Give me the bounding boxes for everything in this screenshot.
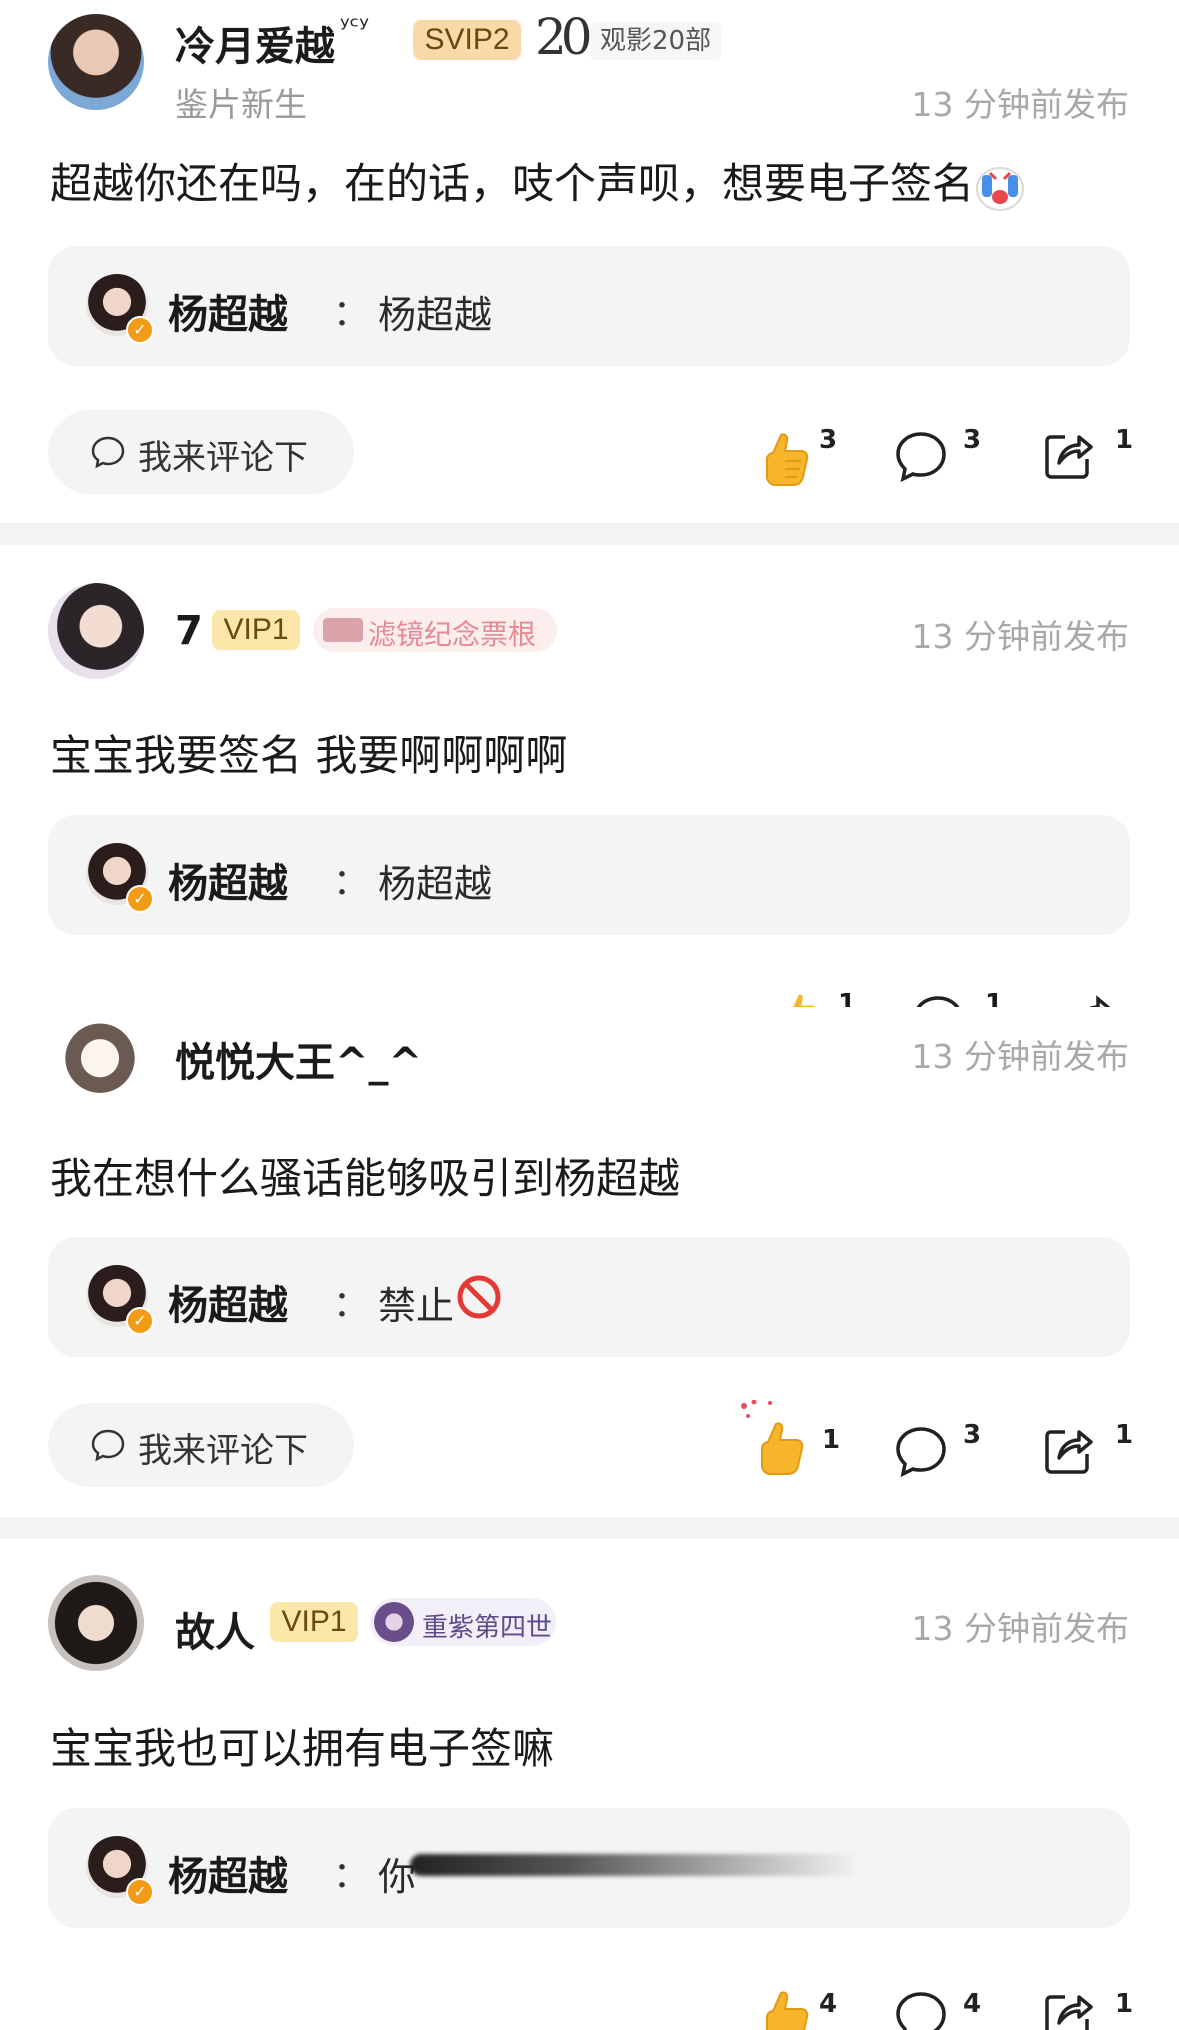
verified-icon: ✓ bbox=[126, 1878, 154, 1906]
share-icon bbox=[1089, 995, 1111, 1007]
comment-icon bbox=[896, 1427, 946, 1478]
thumbs-up-icon bbox=[793, 994, 816, 1007]
author-reply[interactable]: ✓ 杨超越 ： 你 bbox=[48, 1808, 1130, 1928]
svip-badge: SVIP2 bbox=[413, 20, 521, 60]
section-divider bbox=[0, 523, 1179, 545]
share-action[interactable]: 1 bbox=[1043, 1985, 1133, 2030]
share-action[interactable]: 1 bbox=[1043, 1420, 1133, 1490]
clipped-action-row: 1 1 bbox=[0, 985, 1179, 1007]
post-content: 超越你还在吗，在的话，吱个声呗，想要电子签名 bbox=[50, 150, 1026, 213]
like-count: 1 bbox=[822, 1425, 841, 1455]
thumbs-up-liked-icon bbox=[741, 1400, 804, 1475]
ticket-icon bbox=[323, 618, 363, 642]
username[interactable]: 冷月爱越 bbox=[175, 14, 335, 72]
thumbs-up-icon bbox=[766, 1991, 809, 2030]
user-avatar[interactable] bbox=[48, 583, 144, 679]
comment-icon bbox=[916, 996, 960, 1007]
comment-button[interactable]: 我来评论下 bbox=[48, 1403, 354, 1487]
ticket-tag: 滤镜纪念票根 bbox=[313, 608, 557, 652]
reply-text: 杨超越 bbox=[378, 862, 493, 906]
username-suffix: ʸᶜʸ bbox=[340, 12, 369, 42]
reply-author-name[interactable]: 杨超越 bbox=[168, 1273, 288, 1331]
reply-author-name[interactable]: 杨超越 bbox=[168, 851, 288, 909]
reply-separator: ： bbox=[333, 1855, 370, 1896]
user-title: 鉴片新生 bbox=[175, 85, 307, 124]
post-text: 超越你还在吗，在的话，吱个声呗，想要电子签名 bbox=[50, 159, 975, 208]
comment-button[interactable]: 我来评论下 bbox=[48, 410, 354, 494]
like-count: 4 bbox=[819, 1989, 838, 2019]
reply-author-name[interactable]: 杨超越 bbox=[168, 1844, 288, 1902]
vip-badge: VIP1 bbox=[270, 1602, 358, 1642]
share-icon bbox=[1045, 1430, 1093, 1474]
redaction-blur bbox=[410, 1854, 860, 1876]
like-action[interactable]: 1 bbox=[740, 1400, 841, 1475]
ticket-tag-label: 滤镜纪念票根 bbox=[368, 618, 537, 651]
comment-icon bbox=[896, 432, 946, 483]
verified-icon: ✓ bbox=[126, 885, 154, 913]
reply-separator: ： bbox=[333, 293, 370, 334]
author-reply[interactable]: ✓ 杨超越 ： 杨超越 bbox=[48, 815, 1130, 935]
comment-count: 3 bbox=[963, 1420, 982, 1450]
reply-separator: ： bbox=[333, 1284, 370, 1325]
title-tag: 重紫第四世 bbox=[370, 1598, 556, 1646]
share-action[interactable]: 1 bbox=[1043, 425, 1133, 495]
like-count: 3 bbox=[819, 425, 838, 455]
reply-text: 杨超越 bbox=[378, 293, 493, 337]
post-text: 宝宝我要签名 我要啊啊啊啊 bbox=[50, 731, 568, 780]
share-count: 1 bbox=[1115, 425, 1134, 455]
comment-button-label: 我来评论下 bbox=[138, 438, 308, 478]
comment-icon bbox=[896, 1992, 946, 2030]
post-text: 宝宝我也可以拥有电子签嘛 bbox=[50, 1724, 555, 1773]
comment-count: 1 bbox=[985, 989, 1004, 1007]
reply-text: 你 bbox=[378, 1855, 417, 1899]
comment-action[interactable]: 3 bbox=[893, 425, 983, 495]
reply-text: 禁止 bbox=[378, 1284, 455, 1328]
comment-bubble-icon bbox=[91, 436, 125, 469]
username[interactable]: 悦悦大王^_^ bbox=[175, 1030, 422, 1088]
comment-count: 4 bbox=[963, 1989, 982, 2019]
user-avatar[interactable] bbox=[58, 1012, 142, 1096]
post-time: 13 分钟前发布 bbox=[911, 1037, 1129, 1076]
section-divider bbox=[0, 1517, 1179, 1539]
comment-count: 3 bbox=[963, 425, 982, 455]
comment-button-label: 我来评论下 bbox=[138, 1431, 308, 1471]
post-time: 13 分钟前发布 bbox=[911, 617, 1129, 656]
crying-emoji-icon bbox=[974, 161, 1026, 213]
like-action[interactable]: 4 bbox=[755, 1985, 845, 2030]
comment-bubble-icon bbox=[91, 1429, 125, 1462]
watched-count-number: 20 bbox=[535, 8, 593, 66]
author-reply[interactable]: ✓ 杨超越 ： 禁止 bbox=[48, 1237, 1130, 1357]
prohibited-icon bbox=[457, 1275, 501, 1319]
watched-count-label: 观影20部 bbox=[590, 22, 722, 60]
share-count: 1 bbox=[1115, 1420, 1134, 1450]
vip-badge: VIP1 bbox=[212, 610, 300, 650]
user-avatar[interactable] bbox=[48, 14, 144, 110]
thumbs-up-icon bbox=[766, 433, 809, 486]
post-time: 13 分钟前发布 bbox=[911, 85, 1129, 124]
share-count: 1 bbox=[1115, 1989, 1133, 2019]
tag-avatar-icon bbox=[374, 1602, 414, 1642]
verified-icon: ✓ bbox=[126, 1307, 154, 1335]
username[interactable]: 7 bbox=[175, 608, 203, 654]
post-text: 我在想什么骚话能够吸引到杨超越 bbox=[50, 1154, 681, 1203]
share-icon bbox=[1045, 435, 1093, 479]
verified-icon: ✓ bbox=[126, 316, 154, 344]
like-count: 1 bbox=[838, 989, 857, 1007]
share-icon bbox=[1045, 1995, 1093, 2030]
comment-action[interactable]: 4 bbox=[893, 1985, 983, 2030]
comment-action[interactable]: 3 bbox=[893, 1420, 983, 1490]
author-reply[interactable]: ✓ 杨超越 ： 杨超越 bbox=[48, 246, 1130, 366]
post-time: 13 分钟前发布 bbox=[911, 1609, 1129, 1648]
reply-separator: ： bbox=[333, 862, 370, 903]
title-tag-label: 重紫第四世 bbox=[422, 1613, 553, 1643]
like-action[interactable]: 3 bbox=[755, 425, 845, 495]
username[interactable]: 故人 bbox=[175, 1600, 255, 1658]
reply-author-name[interactable]: 杨超越 bbox=[168, 282, 288, 340]
user-avatar[interactable] bbox=[48, 1575, 144, 1671]
